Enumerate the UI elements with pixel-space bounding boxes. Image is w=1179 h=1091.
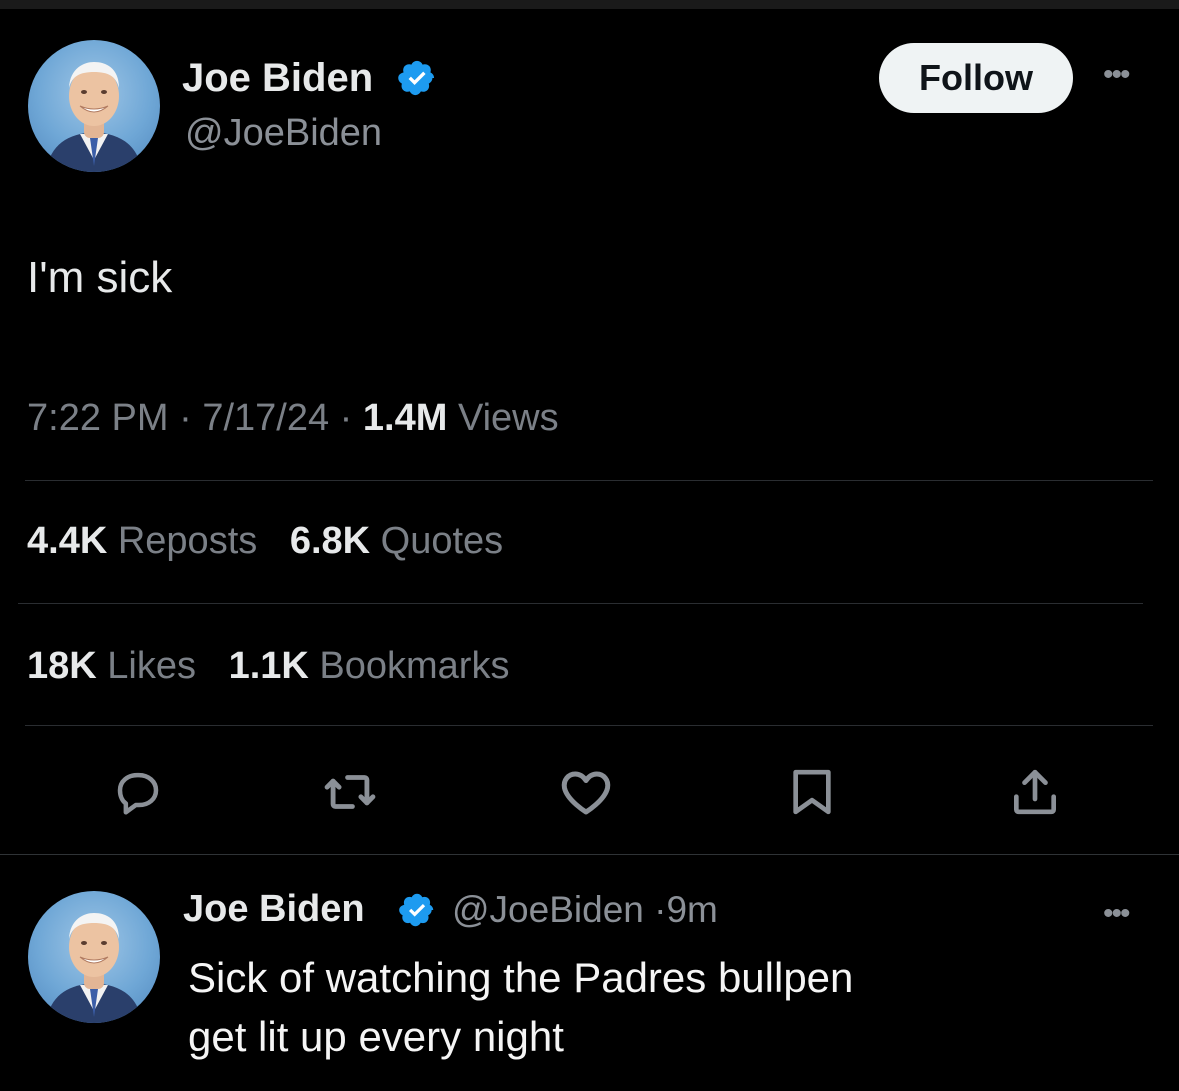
verified-badge-icon: [399, 893, 434, 927]
reply-author-name[interactable]: Joe Biden: [183, 888, 365, 931]
author-name[interactable]: Joe Biden: [182, 56, 373, 101]
likes-count: 18K: [27, 645, 97, 687]
repost-button[interactable]: [318, 760, 382, 824]
quotes-label: Quotes: [380, 520, 504, 562]
bookmark-icon: [793, 769, 831, 815]
reply-text: Sick of watching the Padres bullpen get …: [188, 948, 1088, 1066]
divider: [25, 480, 1153, 481]
reply-meta: @JoeBiden ·9m: [452, 889, 718, 931]
reposts-count: 4.4K: [27, 520, 108, 562]
reply-avatar[interactable]: [28, 891, 160, 1023]
divider: [18, 603, 1143, 604]
reply-author-handle[interactable]: @JoeBiden: [452, 889, 644, 930]
author-handle[interactable]: @JoeBiden: [185, 112, 382, 155]
repost-quote-stats: 4.4K Reposts 6.8K Quotes: [27, 520, 525, 563]
reply-button[interactable]: [106, 760, 170, 824]
tweet-text: I'm sick: [27, 253, 173, 302]
follow-button[interactable]: Follow: [879, 43, 1073, 113]
views-count: 1.4M: [362, 397, 448, 439]
share-icon: [1014, 769, 1056, 815]
tweet-time[interactable]: 7:22 PM: [27, 397, 169, 439]
like-bookmark-stats: 18K Likes 1.1K Bookmarks: [27, 645, 531, 688]
more-options-icon[interactable]: •••: [1103, 897, 1130, 931]
reposts-stat[interactable]: 4.4K Reposts: [27, 520, 257, 562]
likes-stat[interactable]: 18K Likes: [27, 645, 196, 687]
separator: ·: [654, 889, 667, 930]
tweet-date[interactable]: 7/17/24: [202, 397, 329, 439]
quotes-count: 6.8K: [289, 520, 371, 562]
bookmarks-stat[interactable]: 1.1K Bookmarks: [229, 645, 510, 687]
views-label: Views: [457, 397, 559, 439]
verified-badge-icon: [398, 60, 435, 96]
separator: ·: [339, 397, 353, 439]
reply-text-line: get lit up every night: [188, 1013, 564, 1060]
likes-label: Likes: [107, 645, 196, 687]
bookmark-button[interactable]: [780, 760, 844, 824]
bookmarks-label: Bookmarks: [319, 645, 510, 687]
divider: [25, 725, 1153, 726]
avatar[interactable]: [28, 40, 160, 172]
share-button[interactable]: [1003, 760, 1067, 824]
tweet-meta: 7:22 PM · 7/17/24 · 1.4M Views: [27, 397, 559, 440]
repost-icon: [324, 775, 376, 809]
reply-icon: [117, 772, 159, 815]
top-status-strip: [0, 0, 1179, 9]
quotes-stat[interactable]: 6.8K Quotes: [290, 520, 503, 562]
reposts-label: Reposts: [117, 520, 258, 562]
reply-time[interactable]: 9m: [666, 889, 717, 930]
more-options-icon[interactable]: •••: [1103, 58, 1130, 92]
separator: ·: [179, 397, 192, 439]
bookmarks-count: 1.1K: [228, 645, 309, 687]
heart-icon: [561, 771, 611, 815]
avatar-portrait: [46, 62, 142, 172]
like-button[interactable]: [554, 760, 618, 824]
avatar-portrait: [46, 913, 142, 1023]
divider: [0, 854, 1179, 855]
reply-text-line: Sick of watching the Padres bullpen: [188, 954, 854, 1001]
